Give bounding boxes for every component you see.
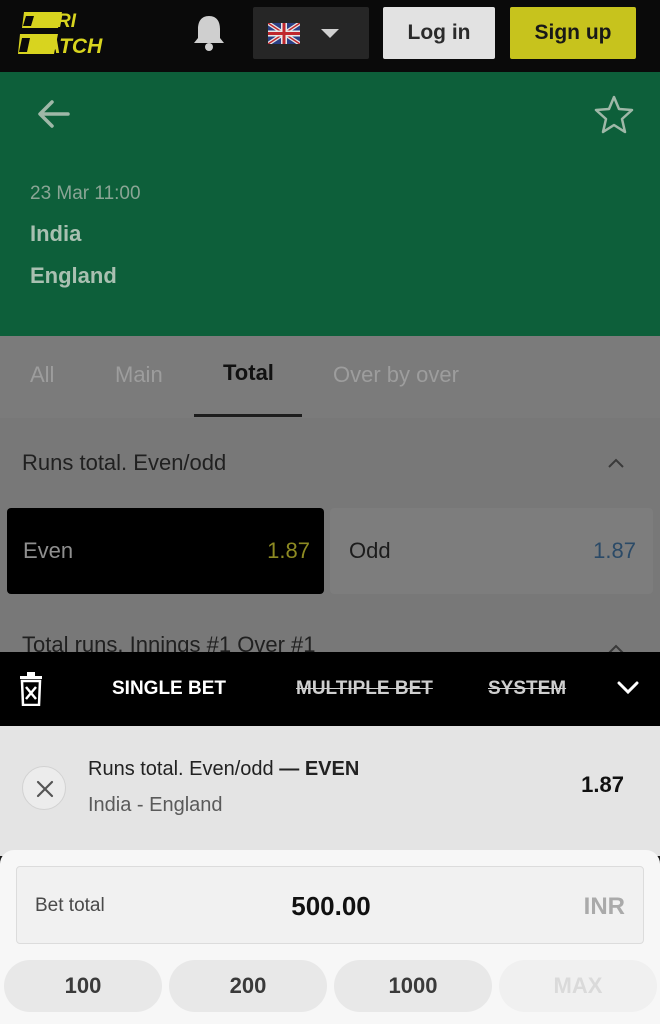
bet-selection: EVEN [304,758,360,780]
bet-item: Runs total. Even/odd — EVEN India - Engl… [0,726,660,856]
match-date: 23 Mar 11:00 [30,183,141,204]
tab-multiple-bet[interactable]: MULTIPLE BET [296,678,433,700]
svg-text:PARI: PARI [32,11,77,32]
tab-total[interactable]: Total [223,360,274,386]
favorite-star-icon[interactable] [594,94,634,134]
quick-amount-max-button[interactable]: MAX [499,960,657,1012]
uk-flag-icon [266,21,302,46]
notification-bell-icon[interactable] [190,12,228,52]
stake-value[interactable]: 500.00 [17,891,645,922]
stake-currency: INR [583,893,625,920]
chevron-up-icon[interactable] [607,456,625,468]
tab-main[interactable]: Main [115,362,163,388]
outcome-even-button[interactable]: Even 1.87 [7,508,324,594]
outcome-label: Odd [349,538,391,563]
team-home: India [30,221,82,246]
outcome-odds: 1.87 [593,538,636,563]
language-selector[interactable] [253,7,369,59]
bet-market: Runs total. Even/odd — EVEN [88,758,359,781]
back-arrow-icon[interactable] [36,96,72,132]
market-tabs: All Main Total Over by over [0,336,660,418]
top-bar: PARI MATCH Log in Sign up [0,0,660,72]
close-icon [36,780,54,798]
bet-event: India - England [88,794,223,816]
bet-odds: 1.87 [581,772,624,797]
bet-market-name: Runs total. Even/odd [88,758,274,780]
outcome-label: Even [23,538,74,563]
event-header: 23 Mar 11:00 India England [0,72,660,336]
bet-separator: — [273,758,305,780]
quick-amount-1000-button[interactable]: 1000 [334,960,492,1012]
team-away: England [30,263,117,288]
login-button[interactable]: Log in [383,7,495,59]
outcome-odds: 1.87 [267,538,310,563]
market-list: Runs total. Even/odd Even 1.87 Odd 1.87 … [0,418,660,657]
tab-all[interactable]: All [30,362,54,388]
outcome-odd-button[interactable]: Odd 1.87 [330,508,653,594]
svg-text:MATCH: MATCH [28,35,103,58]
chevron-down-icon[interactable] [616,680,640,696]
trash-icon[interactable] [18,672,44,707]
active-tab-indicator [194,414,302,417]
tab-single-bet[interactable]: SINGLE BET [112,678,226,700]
remove-bet-button[interactable] [22,766,66,810]
quick-amount-100-button[interactable]: 100 [4,960,162,1012]
betslip-header: SINGLE BET MULTIPLE BET SYSTEM [0,652,660,726]
tab-over-by-over[interactable]: Over by over [333,362,459,388]
market-title[interactable]: Runs total. Even/odd [22,450,226,476]
chevron-down-icon [321,29,339,38]
stake-panel: Bet total 500.00 INR 100 200 1000 MAX [0,850,660,1024]
tab-system[interactable]: SYSTEM [488,678,566,700]
parimatch-logo[interactable]: PARI MATCH [18,8,168,58]
event-page: 23 Mar 11:00 India England All Main Tota… [0,72,660,657]
quick-amount-200-button[interactable]: 200 [169,960,327,1012]
signup-button[interactable]: Sign up [510,7,636,59]
stake-input[interactable]: Bet total 500.00 INR [16,866,644,944]
